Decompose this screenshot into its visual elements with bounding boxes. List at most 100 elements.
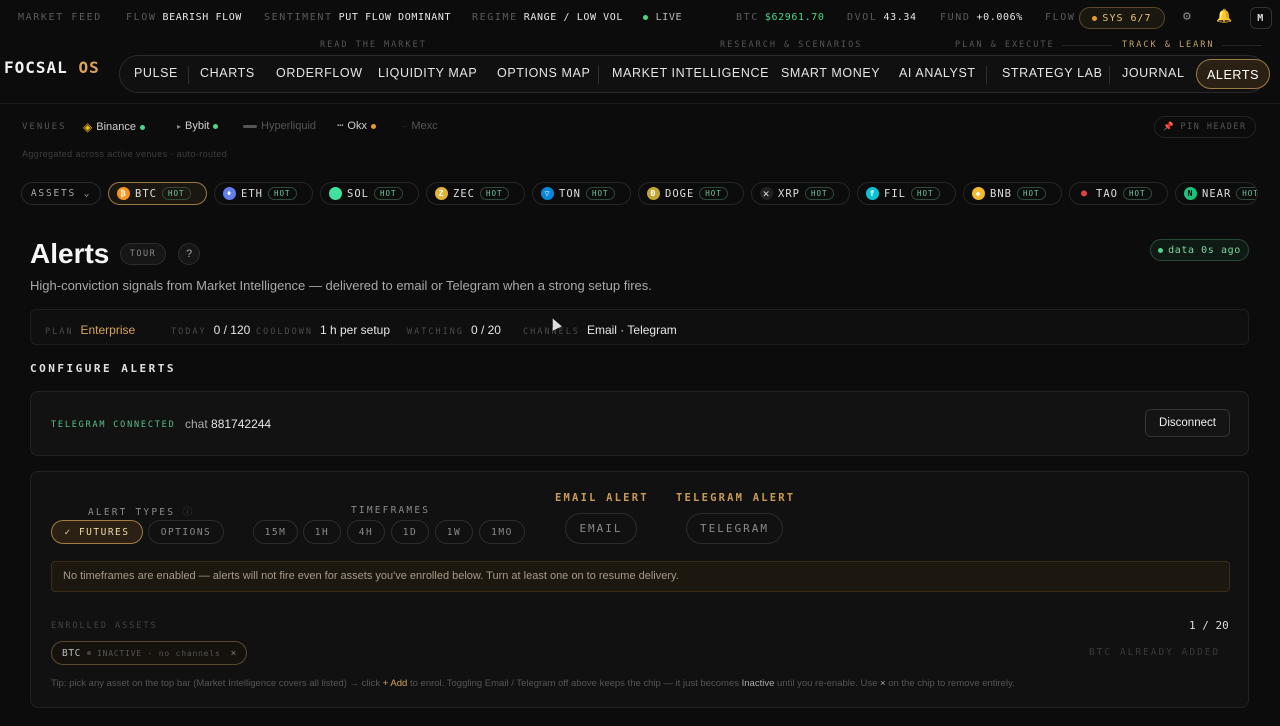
asset-chip-btc[interactable]: ₿ BTC HOT bbox=[108, 182, 207, 205]
asset-chip-zec[interactable]: Z ZEC HOT bbox=[426, 182, 525, 205]
nav-alerts[interactable]: ALERTS bbox=[1196, 59, 1271, 89]
asset-chip-tao[interactable]: ● TAO HOT bbox=[1069, 182, 1168, 205]
funding-readout: FUND +0.006% bbox=[940, 12, 1023, 23]
hot-badge: HOT bbox=[373, 187, 403, 200]
brand-logo[interactable]: FOCSAL OS bbox=[4, 58, 100, 77]
gear-icon[interactable]: ⚙ bbox=[1183, 9, 1192, 24]
asset-chip-near[interactable]: N NEAR HOT bbox=[1175, 182, 1258, 205]
nav-liquidity-map[interactable]: LIQUIDITY MAP bbox=[378, 66, 477, 80]
main-nav: PULSE CHARTS ORDERFLOW LIQUIDITY MAP OPT… bbox=[119, 55, 1271, 93]
nav-journal[interactable]: JOURNAL bbox=[1122, 66, 1185, 80]
nav-pulse[interactable]: PULSE bbox=[134, 66, 178, 80]
timeframe-1h[interactable]: 1H bbox=[303, 520, 341, 544]
group-research: RESEARCH & SCENARIOS bbox=[720, 40, 863, 50]
group-read-market: READ THE MARKET bbox=[320, 40, 427, 50]
assets-dropdown[interactable]: ASSETS ⌄ bbox=[21, 182, 101, 205]
asset-chip-xrp[interactable]: ✕ XRP HOT bbox=[751, 182, 850, 205]
timeframe-15m[interactable]: 15M bbox=[253, 520, 298, 544]
tour-button[interactable]: TOUR bbox=[120, 243, 166, 265]
nav-strategy-lab[interactable]: STRATEGY LAB bbox=[1002, 66, 1103, 80]
pin-header-button[interactable]: 📌 PIN HEADER bbox=[1154, 116, 1256, 138]
venues-label: VENUES bbox=[22, 122, 67, 132]
venue-status-dot bbox=[140, 124, 145, 130]
nav-ai-analyst[interactable]: AI ANALYST bbox=[899, 66, 976, 80]
email-alert-label: EMAIL ALERT bbox=[555, 492, 649, 504]
market-feed-label: MARKET FEED bbox=[18, 12, 102, 23]
hot-badge: HOT bbox=[804, 187, 834, 200]
asset-chip-fil[interactable]: f FIL HOT bbox=[857, 182, 956, 205]
stat-watching: WATCHING 0 / 20 bbox=[407, 323, 501, 337]
hyperliquid-icon bbox=[243, 124, 257, 128]
timeframe-1mo[interactable]: 1MO bbox=[479, 520, 525, 544]
asset-chip-doge[interactable]: Ð DOGE HOT bbox=[638, 182, 744, 205]
group-divider bbox=[1222, 45, 1262, 46]
nav-orderflow[interactable]: ORDERFLOW bbox=[276, 66, 363, 80]
venue-hyperliquid[interactable]: Hyperliquid bbox=[243, 120, 316, 132]
timeframe-1w[interactable]: 1W bbox=[435, 520, 473, 544]
already-added-button[interactable]: BTC ALREADY ADDED bbox=[1089, 647, 1220, 658]
avatar[interactable]: M bbox=[1250, 7, 1272, 29]
stat-today: TODAY 0 / 120 bbox=[171, 323, 251, 337]
venue-binance[interactable]: ◈ Binance bbox=[83, 120, 145, 134]
btc-price-readout: BTC $62961.70 bbox=[736, 12, 825, 23]
header-divider bbox=[0, 103, 1280, 104]
options-toggle[interactable]: OPTIONS bbox=[148, 520, 224, 544]
nav-market-intelligence[interactable]: MARKET INTELLIGENCE bbox=[612, 66, 769, 80]
venue-status-dot bbox=[213, 123, 219, 129]
venue-okx[interactable]: ▪▪▪ Okx bbox=[337, 120, 376, 132]
xrp-icon: ✕ bbox=[760, 187, 773, 200]
hot-badge: HOT bbox=[699, 187, 728, 200]
email-toggle[interactable]: EMAIL bbox=[565, 513, 637, 544]
nav-charts[interactable]: CHARTS bbox=[200, 66, 255, 80]
status-dot-icon bbox=[1092, 15, 1098, 21]
regime-readout: REGIME RANGE / LOW VOL bbox=[472, 12, 624, 23]
market-ticker: MARKET FEED FLOW BEARISH FLOW SENTIMENT PU… bbox=[0, 4, 1280, 32]
okx-icon: ▪▪▪ bbox=[337, 123, 344, 129]
flow-readout: FLOW BEARISH FLOW bbox=[126, 12, 242, 23]
hot-badge: HOT bbox=[267, 187, 297, 200]
enrolled-count: 1 / 20 bbox=[1189, 619, 1229, 632]
timeframes-label: TIMEFRAMES bbox=[351, 505, 431, 516]
remove-chip-button[interactable]: × bbox=[231, 648, 237, 659]
btc-icon: ₿ bbox=[117, 187, 130, 200]
timeframe-1d[interactable]: 1D bbox=[391, 520, 429, 544]
stat-cooldown: COOLDOWN 1 h per setup bbox=[256, 323, 391, 337]
nav-separator bbox=[598, 66, 599, 84]
bybit-icon: ▸ bbox=[177, 121, 182, 131]
no-timeframes-warning: No timeframes are enabled — alerts will … bbox=[51, 561, 1230, 592]
telegram-connection-card: TELEGRAM CONNECTED chat 881742244 Discon… bbox=[30, 391, 1249, 456]
group-plan: PLAN & EXECUTE bbox=[955, 40, 1055, 50]
stat-channels: CHANNELS Email · Telegram bbox=[523, 323, 677, 337]
asset-chip-bnb[interactable]: ◆ BNB HOT bbox=[963, 182, 1062, 205]
venue-mexc[interactable]: ·· Mexc bbox=[402, 120, 438, 132]
fil-icon: f bbox=[866, 187, 879, 200]
enrolled-assets-label: ENROLLED ASSETS bbox=[51, 621, 158, 631]
venue-bybit[interactable]: ▸ Bybit bbox=[177, 120, 219, 132]
asset-chip-eth[interactable]: ♦ ETH HOT bbox=[214, 182, 313, 205]
sentiment-readout: SENTIMENT PUT FLOW DOMINANT bbox=[264, 12, 452, 23]
pin-icon: 📌 bbox=[1163, 122, 1176, 132]
hot-badge: HOT bbox=[910, 187, 940, 200]
bell-icon[interactable]: 🔔 bbox=[1216, 9, 1234, 24]
system-status-button[interactable]: SYS 6/7 bbox=[1079, 7, 1165, 29]
tao-icon: ● bbox=[1080, 188, 1089, 199]
telegram-toggle[interactable]: TELEGRAM bbox=[686, 513, 783, 544]
futures-toggle[interactable]: ✓ FUTURES bbox=[51, 520, 143, 544]
disconnect-button[interactable]: Disconnect bbox=[1145, 409, 1230, 437]
group-track: TRACK & LEARN bbox=[1122, 40, 1215, 50]
nav-smart-money[interactable]: SMART MONEY bbox=[781, 66, 880, 80]
asset-chip-sol[interactable]: SOL HOT bbox=[320, 182, 419, 205]
timeframe-4h[interactable]: 4H bbox=[347, 520, 385, 544]
flow2-label: FLOW bbox=[1045, 12, 1076, 23]
help-button[interactable]: ? bbox=[178, 243, 200, 265]
group-divider bbox=[1062, 45, 1112, 46]
enrol-tip: Tip: pick any asset on the top bar (Mark… bbox=[51, 678, 1015, 689]
venues-note: Aggregated across active venues · auto-r… bbox=[22, 149, 228, 159]
near-icon: N bbox=[1184, 187, 1197, 200]
venue-status-dot bbox=[370, 123, 376, 129]
enrolled-asset-chip[interactable]: BTC INACTIVE · no channels × bbox=[51, 641, 247, 665]
nav-options-map[interactable]: OPTIONS MAP bbox=[497, 66, 590, 80]
hot-badge: HOT bbox=[1236, 187, 1257, 200]
asset-chip-ton[interactable]: ▽ TON HOT bbox=[532, 182, 631, 205]
inactive-dot-icon bbox=[86, 651, 91, 655]
